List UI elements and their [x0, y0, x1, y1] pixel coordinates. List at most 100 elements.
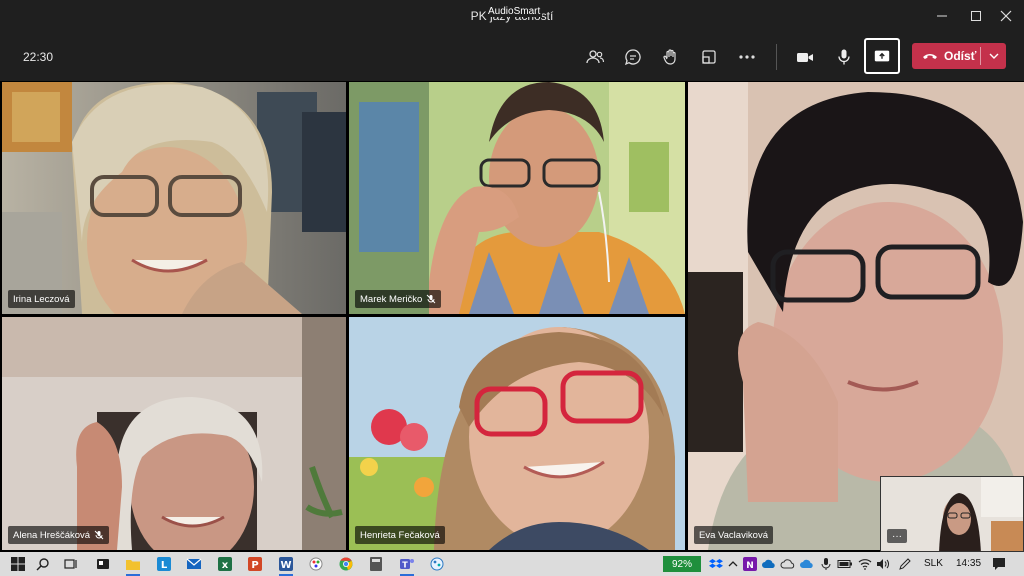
teams-icon: T: [400, 559, 414, 570]
svg-text:W: W: [280, 560, 291, 571]
palette-icon: [430, 557, 444, 571]
meeting-timer: 22:30: [23, 50, 54, 64]
close-button[interactable]: [988, 0, 1024, 32]
app-l-icon: L: [157, 557, 171, 571]
meeting-toolbar: 22:30 Odísť: [0, 32, 1024, 81]
video-tile-alena[interactable]: Alena Hreščáková: [2, 317, 346, 550]
input-language-indicator[interactable]: SLK: [924, 558, 943, 569]
folder-icon: [126, 560, 140, 570]
share-screen-button[interactable]: [864, 38, 900, 74]
tray-microphone-icon[interactable]: [817, 555, 835, 573]
tray-dropbox-icon[interactable]: [707, 555, 725, 573]
svg-text:x: x: [222, 560, 229, 571]
powerpoint-icon: P: [248, 557, 262, 571]
chrome-icon: [339, 557, 353, 571]
share-icon: [874, 50, 890, 62]
taskbar-app-calculator[interactable]: [367, 555, 385, 573]
participant-name: Irina Leczová: [13, 293, 70, 305]
breakout-rooms-button[interactable]: [696, 44, 722, 70]
video-tile-marek[interactable]: Marek Meričko: [349, 82, 685, 314]
battery-icon: [837, 560, 852, 568]
wifi-icon: [858, 559, 872, 570]
minimize-button[interactable]: [924, 0, 960, 32]
maximize-icon: [971, 11, 981, 21]
participant-name: Henrieta Fečaková: [360, 529, 440, 541]
participant-name-tag: Alena Hreščáková: [8, 526, 110, 544]
participant-name: Eva Vaclaviková: [699, 529, 768, 541]
tray-onedrive-icon[interactable]: [760, 555, 778, 573]
participant-name-tag: Marek Meričko: [355, 290, 442, 308]
taskbar-app-paint-3d[interactable]: [428, 555, 446, 573]
taskbar-app-l[interactable]: L: [155, 555, 173, 573]
audiosmart-overlay-label: AudioSmart: [486, 6, 543, 17]
camera-button[interactable]: [792, 44, 818, 70]
minimize-icon: [937, 15, 947, 17]
participant-video: [2, 317, 346, 550]
video-tile-irina[interactable]: Irina Leczová: [2, 82, 346, 314]
speaker-icon: [877, 559, 889, 569]
leave-button[interactable]: Odísť: [912, 43, 1006, 69]
search-icon: [36, 558, 49, 571]
notification-center-button[interactable]: [990, 555, 1008, 573]
leave-button-label: Odísť: [944, 49, 977, 63]
video-tile-henrieta[interactable]: Henrieta Fečaková: [349, 317, 685, 550]
tray-pen-icon[interactable]: [896, 555, 914, 573]
tray-volume-icon[interactable]: [874, 555, 892, 573]
mic-muted-icon: [426, 294, 436, 304]
start-button[interactable]: [9, 555, 27, 573]
mic-muted-icon: [94, 530, 104, 540]
participant-name-tag: Irina Leczová: [8, 290, 75, 308]
participants-button[interactable]: [582, 44, 608, 70]
tray-onenote-icon[interactable]: N: [741, 555, 759, 573]
svg-text:T: T: [402, 561, 408, 570]
news-icon: [97, 559, 109, 569]
tray-wifi-icon[interactable]: [856, 555, 874, 573]
taskbar-search-button[interactable]: [34, 555, 52, 573]
leave-main-action[interactable]: Odísť: [912, 43, 980, 69]
tray-chevron[interactable]: [724, 555, 742, 573]
taskbar-app-chrome[interactable]: [337, 555, 355, 573]
self-view-video[interactable]: ···: [880, 476, 1024, 552]
participant-video: [349, 82, 685, 314]
mic-icon: [821, 558, 831, 570]
more-icon: ···: [892, 530, 902, 542]
mic-icon: [838, 49, 850, 65]
leave-options-dropdown[interactable]: [981, 43, 1006, 69]
taskbar-app-news[interactable]: [94, 555, 112, 573]
word-icon: W: [279, 557, 293, 571]
raise-hand-button[interactable]: [658, 44, 684, 70]
taskbar-app-word[interactable]: W: [277, 555, 295, 576]
tray-onedrive-personal-icon[interactable]: [779, 555, 797, 573]
rooms-icon: [702, 50, 716, 64]
mail-icon: [186, 558, 202, 569]
onenote-icon: N: [743, 557, 757, 571]
self-view-more-button[interactable]: ···: [887, 529, 907, 543]
participant-name-tag: Eva Vaclaviková: [694, 526, 773, 544]
teams-meeting-window: PK jazy ačností AudioSmart 22:30: [0, 0, 1024, 576]
taskbar-clock[interactable]: 14:35: [956, 558, 981, 569]
participant-video: [2, 82, 346, 314]
svg-text:L: L: [161, 560, 168, 571]
taskbar-app-excel[interactable]: x: [216, 555, 234, 573]
tray-battery-icon[interactable]: [836, 555, 854, 573]
participant-name: Marek Meričko: [360, 293, 423, 305]
taskbar-app-teams[interactable]: T: [398, 555, 416, 576]
close-icon: [1000, 10, 1012, 22]
microphone-button[interactable]: [831, 44, 857, 70]
taskbar-app-file-explorer[interactable]: [124, 555, 142, 576]
more-actions-button[interactable]: [734, 44, 760, 70]
participant-name-tag: Henrieta Fečaková: [355, 526, 445, 544]
svg-text:P: P: [251, 560, 258, 571]
taskbar-app-paint[interactable]: [307, 555, 325, 573]
svg-text:N: N: [746, 561, 754, 571]
tray-onedrive-work-icon[interactable]: [798, 555, 816, 573]
chevron-up-icon: [728, 561, 738, 567]
taskbar-app-mail[interactable]: [185, 555, 203, 573]
hang-up-icon: [923, 54, 937, 59]
people-icon: [586, 50, 605, 64]
taskbar-app-powerpoint[interactable]: P: [246, 555, 264, 573]
battery-percentage-badge: 92%: [663, 556, 701, 572]
chat-button[interactable]: [620, 44, 646, 70]
cloud-outline-icon: [780, 559, 795, 569]
task-view-button[interactable]: [62, 555, 80, 573]
